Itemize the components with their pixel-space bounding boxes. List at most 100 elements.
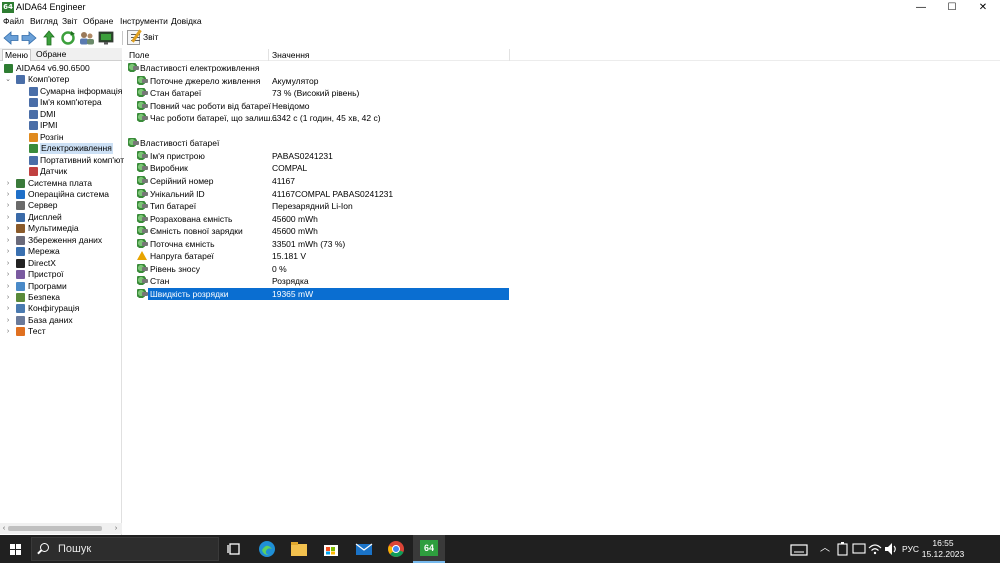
table-row[interactable]: Стан Розрядка	[124, 275, 1000, 288]
expand-right-icon[interactable]: ›	[5, 315, 11, 326]
tree-item[interactable]: Портативний комп'ют	[0, 155, 124, 166]
show-hidden-icons-icon[interactable]: ︿	[820, 543, 830, 555]
expand-right-icon[interactable]: ›	[5, 200, 11, 211]
expand-right-icon[interactable]: ›	[5, 178, 11, 189]
up-arrow-icon[interactable]	[41, 30, 57, 46]
display-tray-icon[interactable]	[852, 541, 866, 557]
menu-view[interactable]: Вигляд	[30, 16, 58, 27]
tab-menu[interactable]: Меню	[2, 49, 31, 61]
edge-icon[interactable]	[258, 540, 276, 558]
mail-icon[interactable]	[355, 540, 373, 558]
taskbar-search[interactable]: Пошук	[31, 537, 219, 561]
tree-item[interactable]: IPMI	[0, 120, 122, 131]
close-button[interactable]: ✕	[968, 0, 998, 15]
expand-right-icon[interactable]: ›	[5, 212, 11, 223]
table-row[interactable]: Рівень зносу 0 %	[124, 263, 1000, 276]
tree-item[interactable]: › Сервер	[0, 200, 122, 211]
refresh-icon[interactable]	[60, 30, 76, 46]
expand-right-icon[interactable]: ›	[5, 326, 11, 337]
maximize-button[interactable]: ☐	[937, 0, 967, 15]
table-row[interactable]: Ім'я пристрою PABAS0241231	[124, 150, 1000, 163]
scroll-right-icon[interactable]: ›	[112, 523, 120, 534]
tree-item[interactable]: › Мережа	[0, 246, 122, 257]
forward-arrow-icon[interactable]	[21, 30, 37, 46]
tree-item[interactable]: Електроживлення	[0, 143, 122, 155]
tree-item[interactable]: › Тест	[0, 326, 122, 337]
scroll-left-icon[interactable]: ‹	[0, 523, 8, 534]
table-row[interactable]: Поточне джерело живлення Акумулятор	[124, 75, 1000, 88]
expand-right-icon[interactable]: ›	[5, 292, 11, 303]
tree-item[interactable]: AIDA64 v6.90.6500	[0, 63, 122, 74]
tree-item[interactable]: › Пристрої	[0, 269, 122, 280]
expand-right-icon[interactable]: ›	[5, 223, 11, 234]
tree-item[interactable]: › Мультимедіа	[0, 223, 122, 234]
column-field[interactable]: Поле	[129, 49, 149, 61]
expand-right-icon[interactable]: ›	[5, 246, 11, 257]
tree-item[interactable]: › Програми	[0, 281, 122, 292]
task-view-icon[interactable]	[226, 540, 244, 558]
wifi-icon[interactable]	[868, 541, 882, 557]
table-row[interactable]: Розрахована ємність 45600 mWh	[124, 213, 1000, 226]
chrome-icon[interactable]	[387, 540, 405, 558]
expand-right-icon[interactable]: ›	[5, 258, 11, 269]
expand-right-icon[interactable]: ›	[5, 235, 11, 246]
minimize-button[interactable]: —	[906, 0, 936, 15]
monitor-icon[interactable]	[98, 30, 114, 46]
group-header-row[interactable]: Властивості батареї	[124, 137, 1000, 150]
aida64-taskbar-button[interactable]: 64	[413, 535, 445, 563]
table-row[interactable]: Повний час роботи від батареї Невідомо	[124, 100, 1000, 113]
menu-favorites[interactable]: Обране	[83, 16, 113, 27]
report-icon[interactable]	[127, 30, 140, 45]
table-row[interactable]: Поточна ємність 33501 mWh (73 %)	[124, 238, 1000, 251]
report-button[interactable]: Звіт	[143, 32, 158, 43]
expand-right-icon[interactable]: ›	[5, 303, 11, 314]
table-row[interactable]: Виробник COMPAL	[124, 162, 1000, 175]
menu-file[interactable]: Файл	[3, 16, 24, 27]
tree-item[interactable]: DMI	[0, 109, 122, 120]
back-arrow-icon[interactable]	[3, 30, 19, 46]
tree-item[interactable]: Датчик	[0, 166, 122, 177]
expand-down-icon[interactable]: ⌄	[5, 74, 11, 85]
table-row[interactable]: Напруга батареї 15.181 V	[124, 250, 1000, 263]
expand-right-icon[interactable]: ›	[5, 269, 11, 280]
tree-item[interactable]: › Системна плата	[0, 178, 122, 189]
file-explorer-icon[interactable]	[290, 540, 308, 558]
tree-item[interactable]: › Операційна система	[0, 189, 122, 200]
table-row[interactable]: Стан батареї 73 % (Високий рівень)	[124, 87, 1000, 100]
table-row[interactable]: Серійний номер 41167	[124, 175, 1000, 188]
scrollbar-thumb[interactable]	[8, 526, 102, 531]
table-row[interactable]: Швидкість розрядки 19365 mW	[124, 287, 1000, 301]
table-row[interactable]: Час роботи батареї, що залиш... 6342 с (1…	[124, 112, 1000, 125]
clock[interactable]: 16:55 15.12.2023	[918, 538, 968, 560]
menu-tools[interactable]: Інструменти	[120, 16, 168, 27]
language-indicator[interactable]: РУС	[902, 543, 919, 555]
table-row[interactable]: Унікальний ID 41167COMPAL PABAS0241231	[124, 188, 1000, 201]
tree-item[interactable]: › База даних	[0, 315, 122, 326]
menu-report[interactable]: Звіт	[62, 16, 77, 27]
menu-help[interactable]: Довідка	[171, 16, 202, 27]
tree-item[interactable]: › Безпека	[0, 292, 122, 303]
battery-tray-icon[interactable]	[836, 541, 850, 557]
horizontal-scrollbar[interactable]: ‹ ›	[0, 523, 122, 534]
store-icon[interactable]	[322, 540, 340, 558]
expand-right-icon[interactable]: ›	[5, 281, 11, 292]
table-row[interactable]: Тип батареї Перезарядний Li-Ion	[124, 200, 1000, 213]
table-row[interactable]: Ємність повної зарядки 45600 mWh	[124, 225, 1000, 238]
column-separator[interactable]	[268, 49, 269, 61]
expand-right-icon[interactable]: ›	[5, 189, 11, 200]
tree-item[interactable]: › Конфігурація	[0, 303, 122, 314]
windows-start-icon[interactable]	[10, 544, 21, 555]
keyboard-icon[interactable]	[790, 541, 808, 559]
users-icon[interactable]	[79, 30, 95, 46]
tab-favorites[interactable]: Обране	[34, 49, 68, 60]
group-header-row[interactable]: Властивості електроживлення	[124, 62, 1000, 75]
tree-item[interactable]: ⌄ Комп'ютер	[0, 74, 122, 85]
volume-icon[interactable]	[884, 541, 898, 557]
column-separator[interactable]	[509, 49, 510, 61]
tree-item[interactable]: › Збереження даних	[0, 235, 122, 246]
column-value[interactable]: Значення	[272, 49, 310, 61]
tree-item[interactable]: Розгін	[0, 132, 122, 143]
tree-item[interactable]: › Дисплей	[0, 212, 122, 223]
tree-item[interactable]: › DirectX	[0, 258, 122, 269]
tree-item[interactable]: Сумарна інформація	[0, 86, 122, 97]
